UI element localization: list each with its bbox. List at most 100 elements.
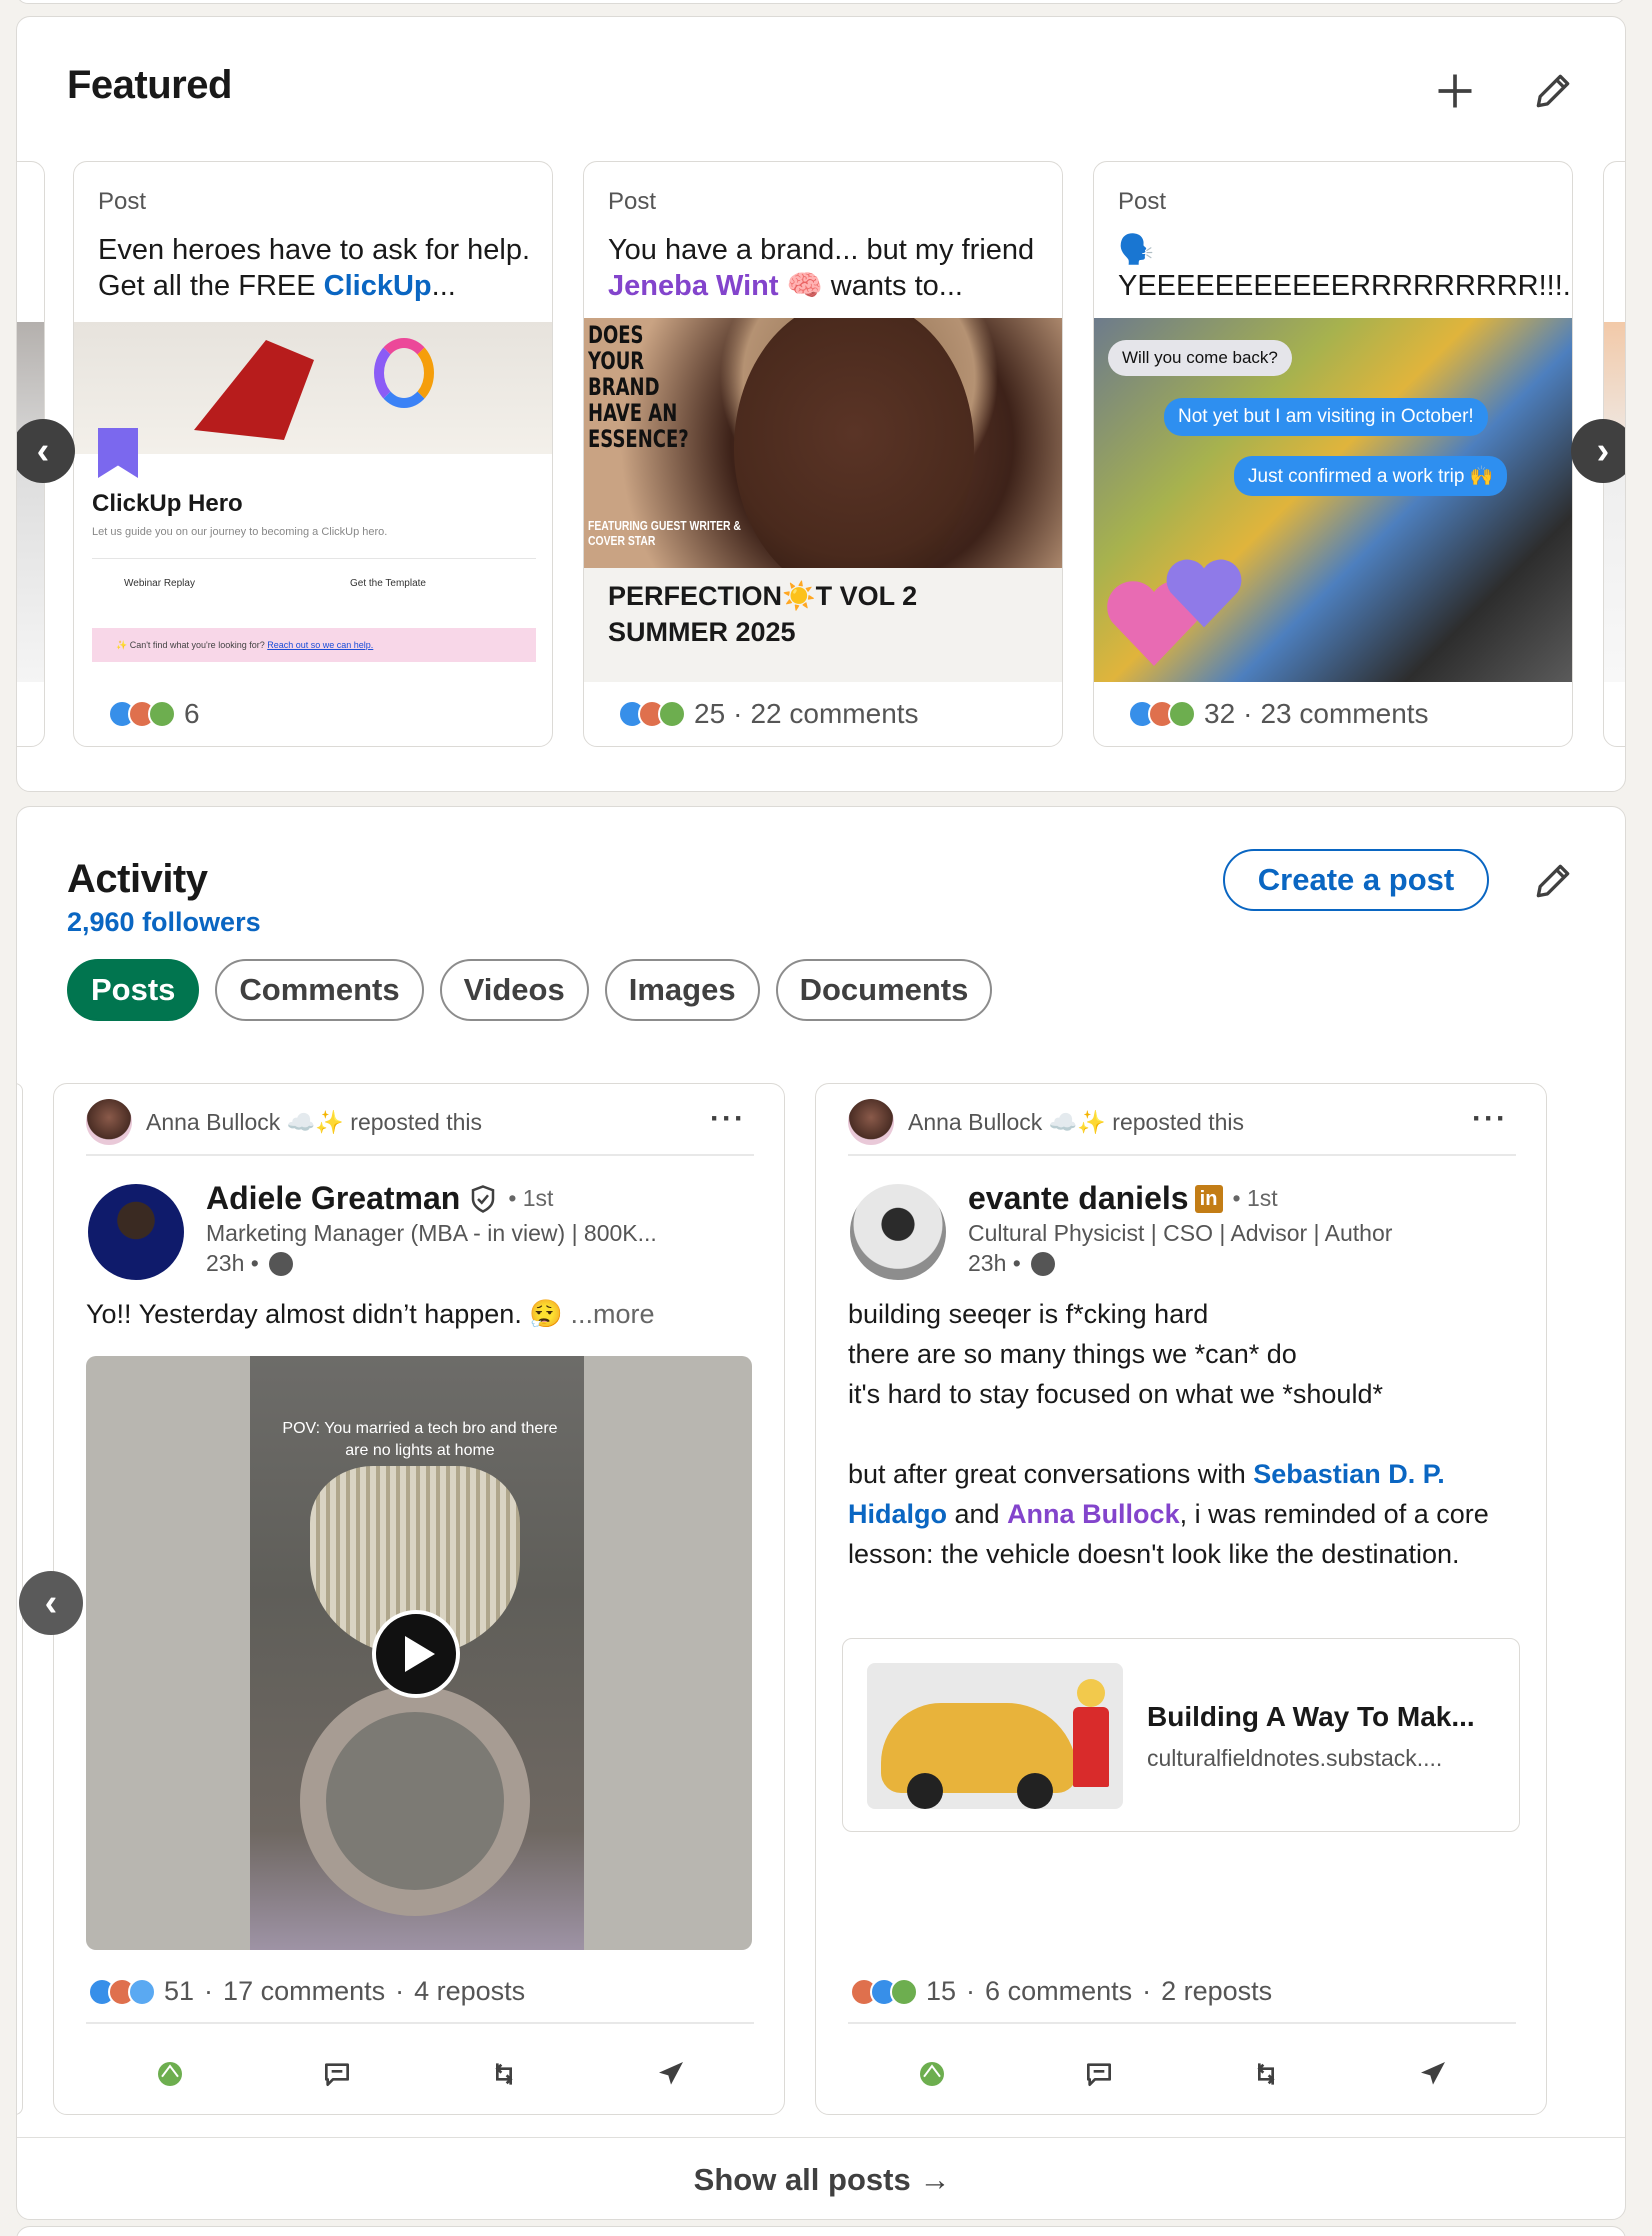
more-options-button[interactable]: ··· <box>1472 1102 1508 1136</box>
mention-link[interactable]: Jeneba Wint <box>608 270 779 302</box>
post-preview-text: You have a brand... but my friend Jeneba… <box>608 232 1048 304</box>
see-more-link[interactable]: ...more <box>570 1299 654 1329</box>
comment-icon[interactable] <box>321 2058 353 2090</box>
funny-reaction-icon <box>128 1977 156 2006</box>
verified-shield-icon <box>472 1184 495 1213</box>
stat-separator: · <box>733 698 743 729</box>
chat-bubble-received: Will you come back? <box>1108 340 1292 376</box>
author-headline: Cultural Physicist | CSO | Advisor | Aut… <box>968 1220 1393 1246</box>
post-body-text: and <box>947 1499 1008 1529</box>
activity-post: Anna Bullock ☁️✨ reposted this ··· evant… <box>815 1083 1547 2115</box>
play-button[interactable] <box>372 1610 460 1698</box>
previous-section-card <box>16 0 1626 4</box>
repost-header: Anna Bullock ☁️✨ reposted this <box>86 1096 482 1148</box>
support-reaction-icon <box>890 1977 918 2006</box>
lego-figure <box>1073 1679 1109 1787</box>
send-icon[interactable] <box>1417 2058 1449 2090</box>
comment-count[interactable]: 22 comments <box>750 698 918 730</box>
stat-separator: · <box>395 1976 405 2006</box>
post-time: 23h • <box>206 1250 293 1277</box>
article-title: Building A Way To Mak... <box>1147 1701 1475 1732</box>
image-link-template: Get the Template <box>350 578 426 589</box>
reactions-summary[interactable]: 6 <box>108 696 200 732</box>
featured-card[interactable]: Post Even heroes have to ask for help. G… <box>73 161 553 747</box>
reaction-count[interactable]: 15 <box>926 1976 956 2007</box>
filter-images[interactable]: Images <box>604 959 760 1021</box>
chevron-left-icon: ‹ <box>36 429 50 472</box>
post-actions <box>86 2044 754 2104</box>
filter-videos[interactable]: Videos <box>439 959 589 1021</box>
reactions-summary[interactable]: 32 · 23 comments <box>1128 696 1429 732</box>
stat-separator: · <box>204 1976 214 2006</box>
filter-posts[interactable]: Posts <box>67 959 200 1021</box>
comment-count[interactable]: 6 comments <box>985 1976 1132 2007</box>
divider <box>848 2022 1516 2024</box>
next-section-card <box>16 2226 1626 2236</box>
clickup-logo <box>374 338 434 408</box>
post-image: DOES YOUR BRAND HAVE AN ESSENCE? FEATURI… <box>584 318 1062 568</box>
post-body: building seeqer is f*cking hard there ar… <box>848 1294 1524 1574</box>
author-avatar[interactable] <box>88 1184 184 1280</box>
image-divider <box>92 558 536 559</box>
image-subtitle: Let us guide you on our journey to becom… <box>92 526 388 538</box>
reaction-count: 6 <box>184 698 200 729</box>
reaction-count[interactable]: 51 <box>164 1976 194 2007</box>
celebrate-icon[interactable] <box>916 2058 948 2090</box>
comment-icon[interactable] <box>1083 2058 1115 2090</box>
add-featured-button[interactable] <box>1423 59 1487 123</box>
support-reaction-icon <box>658 700 686 728</box>
carousel-prev-button[interactable]: ‹ <box>17 419 75 483</box>
mention-link[interactable]: Anna Bullock <box>1007 1499 1180 1529</box>
repost-count[interactable]: 2 reposts <box>1161 1976 1272 2007</box>
carousel-next-button[interactable]: › <box>1571 419 1625 483</box>
reactions-summary[interactable]: 25 · 22 comments <box>618 696 919 732</box>
support-reaction-icon <box>148 700 176 728</box>
image-portrait <box>734 318 974 568</box>
comment-count[interactable]: 23 comments <box>1260 698 1428 730</box>
author-avatar[interactable] <box>850 1184 946 1280</box>
followers-count-link[interactable]: 2,960 followers <box>67 907 261 938</box>
filter-documents[interactable]: Documents <box>775 959 993 1021</box>
repost-text: Anna Bullock ☁️✨ reposted this <box>146 1108 482 1135</box>
celebrate-icon[interactable] <box>154 2058 186 2090</box>
activity-filter-tabs: Posts Comments Videos Images Documents <box>67 959 993 1021</box>
image-featuring: FEATURING GUEST WRITER & COVER STAR <box>588 518 741 548</box>
post-time-text: 23h • <box>206 1250 259 1276</box>
edit-featured-button[interactable] <box>1521 59 1585 123</box>
repost-count[interactable]: 4 reposts <box>414 1976 525 2007</box>
repost-header: Anna Bullock ☁️✨ reposted this <box>848 1096 1244 1148</box>
reposter-avatar[interactable] <box>86 1099 132 1145</box>
show-all-posts-button[interactable]: Show all posts → <box>17 2137 1625 2219</box>
chevron-left-icon: ‹ <box>44 1581 58 1624</box>
filter-comments[interactable]: Comments <box>215 959 424 1021</box>
image-title: ClickUp Hero <box>92 490 243 517</box>
create-post-button[interactable]: Create a post <box>1223 849 1489 911</box>
post-stats: 51 · 17 comments · 4 reposts <box>88 1976 525 2007</box>
author-name[interactable]: Adiele Greatman <box>206 1180 460 1217</box>
divider <box>86 1154 754 1156</box>
support-reaction-icon <box>1168 700 1196 728</box>
posts-prev-button[interactable]: ‹ <box>19 1571 83 1635</box>
more-options-button[interactable]: ··· <box>710 1102 746 1136</box>
featured-card[interactable]: Post 🗣️ YEEEEEEEEEEERRRRRRRRR!!!... Will… <box>1093 161 1573 747</box>
post-video[interactable]: POV: You married a tech bro and there ar… <box>86 1356 752 1950</box>
post-text-part: ... <box>431 270 456 302</box>
article-link-card[interactable]: Building A Way To Mak... culturalfieldno… <box>842 1638 1520 1832</box>
send-icon[interactable] <box>655 2058 687 2090</box>
comment-count[interactable]: 17 comments <box>223 1976 385 2007</box>
mention-link[interactable]: ClickUp <box>324 270 432 302</box>
video-caption: POV: You married a tech bro and there ar… <box>282 1420 558 1459</box>
repost-icon[interactable] <box>488 2058 520 2090</box>
globe-icon <box>1030 1251 1055 1276</box>
author-name[interactable]: evante daniels <box>968 1180 1189 1217</box>
pencil-icon <box>1536 74 1570 108</box>
car-illustration <box>881 1703 1077 1809</box>
activity-post: Anna Bullock ☁️✨ reposted this ··· Adiel… <box>53 1083 785 2115</box>
linkedin-premium-icon: in <box>1194 1184 1223 1213</box>
edit-activity-button[interactable] <box>1521 849 1585 913</box>
featured-card[interactable]: Post You have a brand... but my friend J… <box>583 161 1063 747</box>
author-headline: Marketing Manager (MBA - in view) | 800K… <box>206 1220 657 1246</box>
post-stats: 15 · 6 comments · 2 reposts <box>850 1976 1272 2007</box>
reposter-avatar[interactable] <box>848 1099 894 1145</box>
repost-icon[interactable] <box>1250 2058 1282 2090</box>
